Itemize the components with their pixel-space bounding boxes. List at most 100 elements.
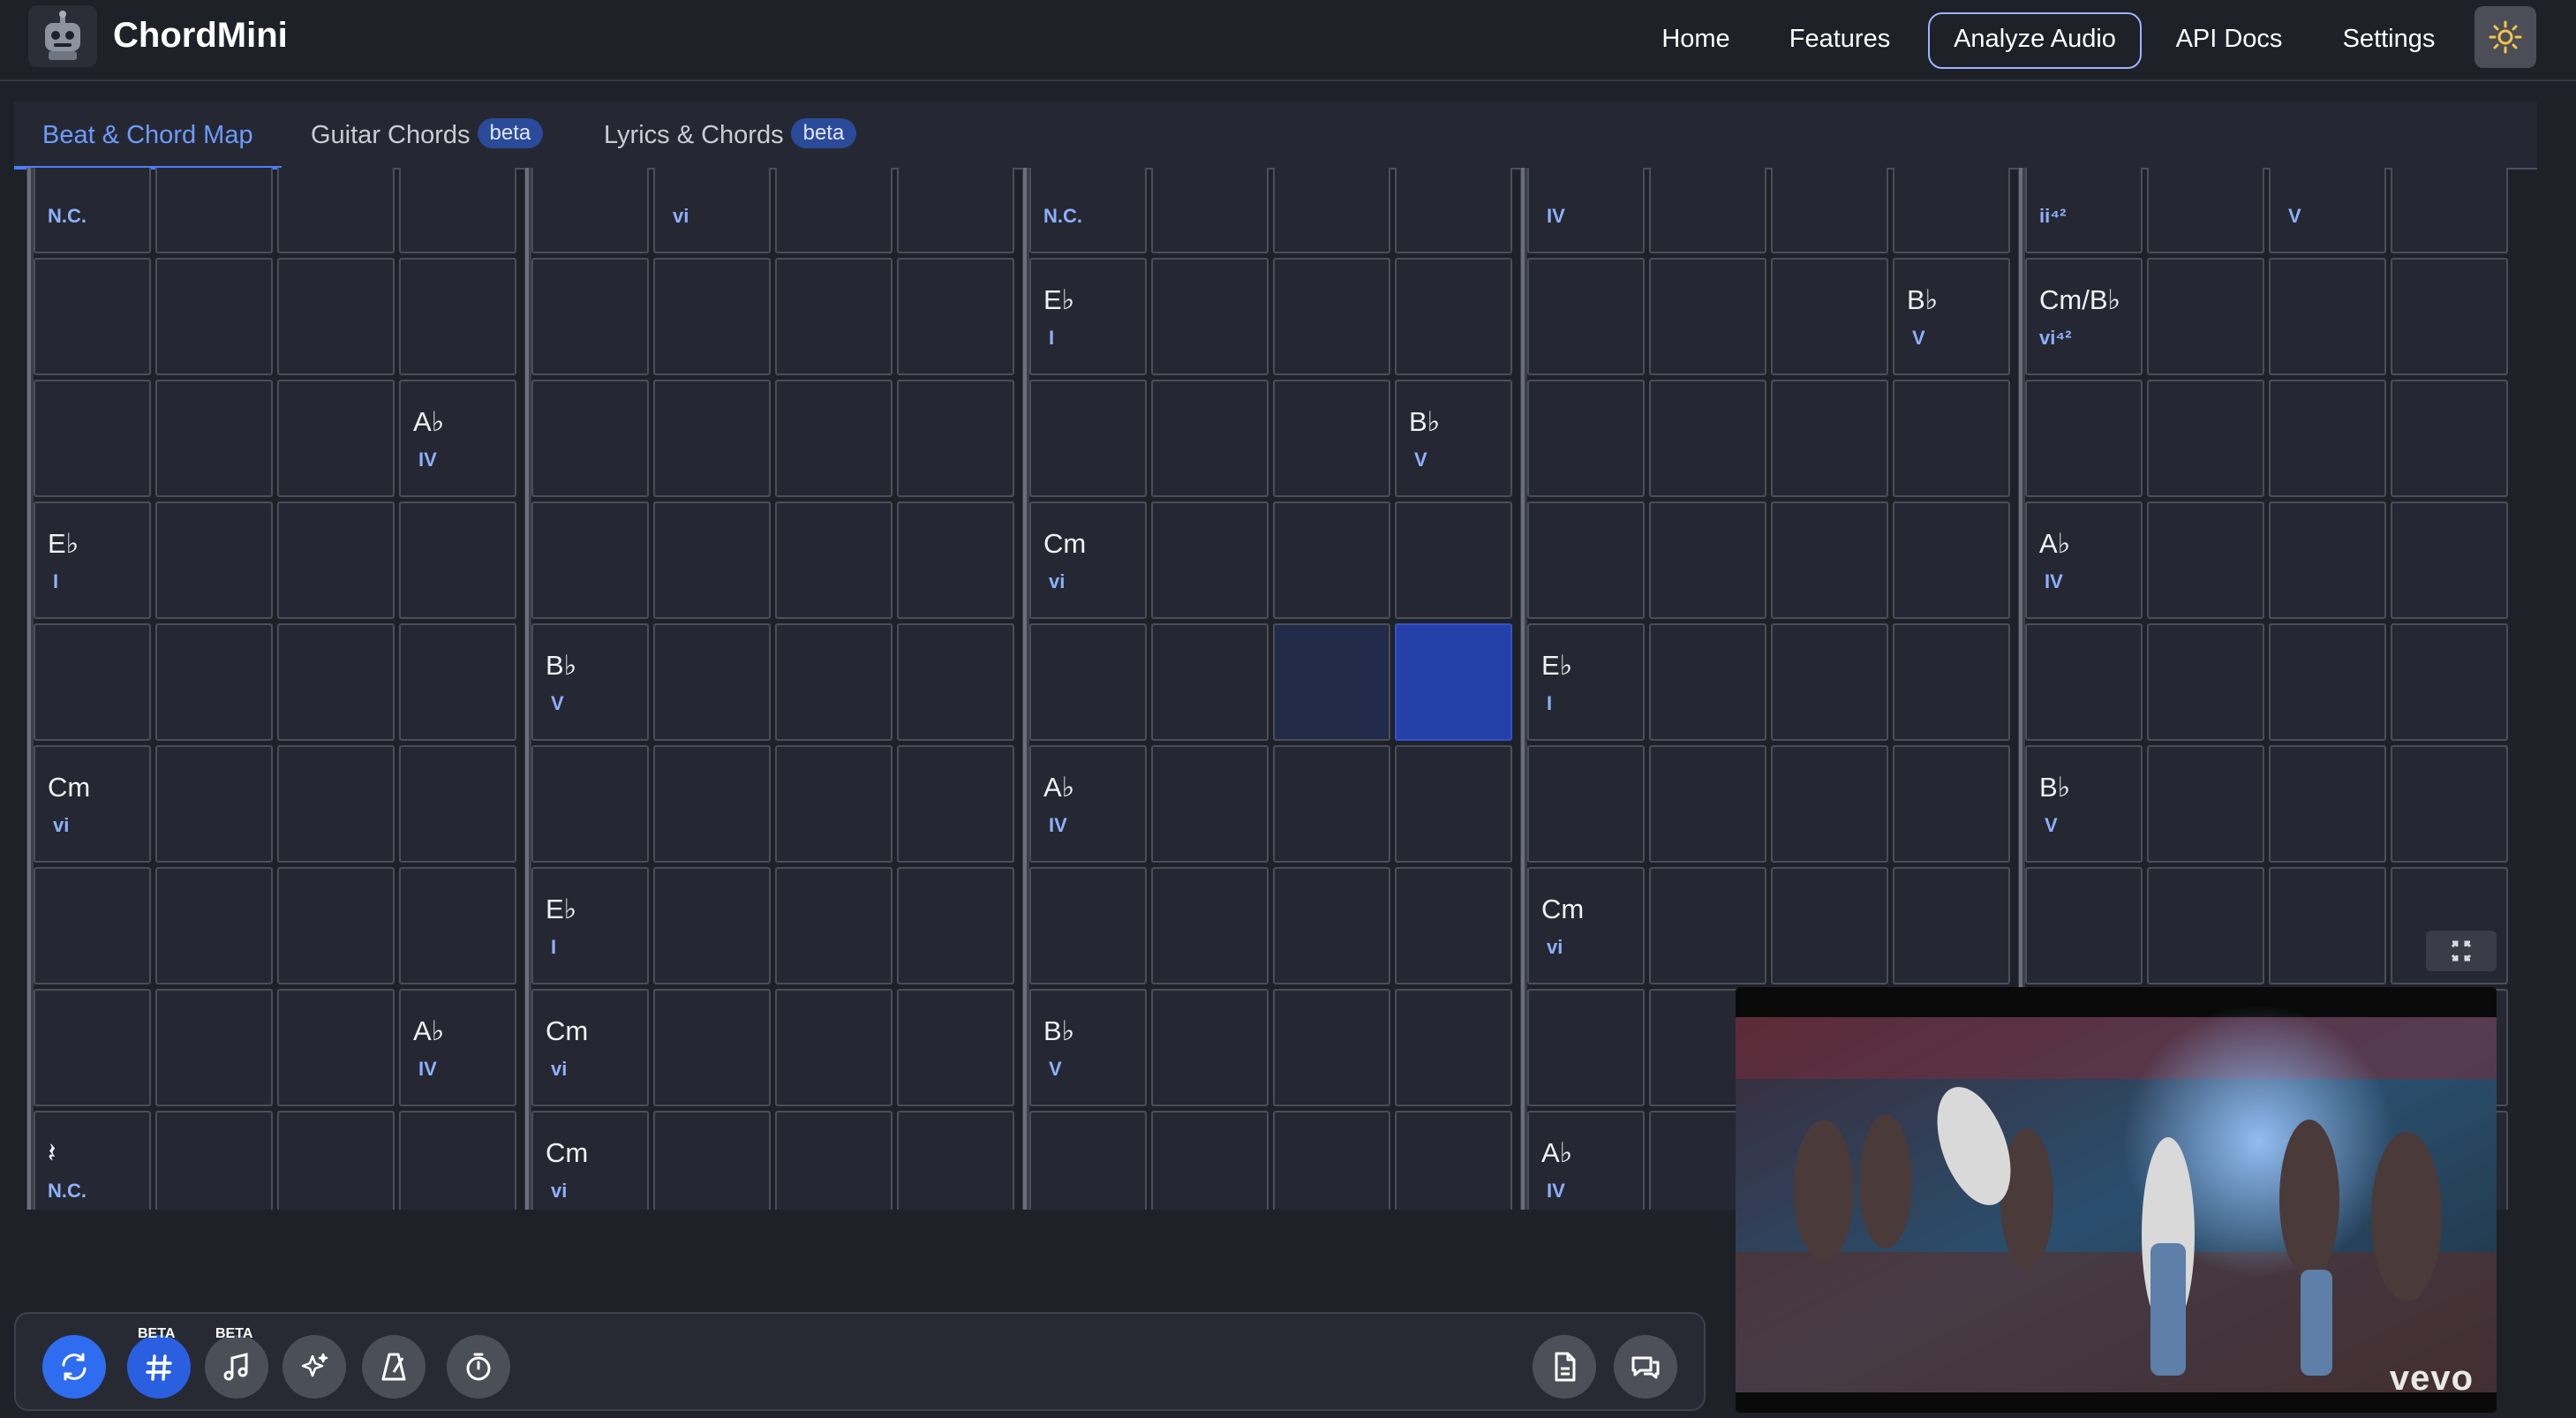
chord-simplify-button[interactable]: BETA — [127, 1326, 191, 1399]
beat-cell[interactable]: B♭ V — [1893, 258, 2010, 375]
beat-cell[interactable]: A♭ IV — [399, 989, 516, 1106]
beat-cell[interactable] — [2147, 745, 2264, 863]
beat-cell[interactable]: A♭ IV — [2025, 502, 2143, 619]
beat-cell[interactable] — [1273, 258, 1390, 375]
beat-cell[interactable]: N.C. — [34, 168, 151, 253]
video-player[interactable]: vevo — [1736, 987, 2497, 1413]
beat-cell[interactable] — [1649, 258, 1766, 375]
beat-cell[interactable]: E♭ I — [1029, 258, 1147, 375]
beat-cell[interactable] — [1395, 623, 1512, 741]
beat-cell[interactable] — [1273, 989, 1390, 1106]
beat-cell[interactable] — [531, 380, 649, 497]
refresh-button[interactable] — [42, 1335, 106, 1399]
beat-cell[interactable] — [155, 623, 273, 741]
beat-cell[interactable]: E♭ I — [531, 867, 649, 984]
beat-cell[interactable] — [34, 623, 151, 741]
beat-cell[interactable] — [277, 623, 395, 741]
nav-features[interactable]: Features — [1781, 12, 1898, 65]
beat-cell[interactable] — [2025, 380, 2143, 497]
beat-cell[interactable] — [1151, 867, 1269, 984]
beat-cell[interactable] — [1395, 168, 1512, 253]
beat-cell[interactable]: Cm/B♭ vi⁴² — [2025, 258, 2143, 375]
beat-cell[interactable] — [155, 989, 273, 1106]
beat-cell[interactable] — [34, 380, 151, 497]
theme-toggle-button[interactable] — [2474, 6, 2536, 68]
beat-cell[interactable] — [775, 502, 893, 619]
beat-cell[interactable] — [277, 168, 395, 253]
nav-home[interactable]: Home — [1649, 12, 1743, 65]
beat-cell[interactable]: A♭ IV — [399, 380, 516, 497]
app-logo[interactable] — [28, 5, 97, 67]
beat-cell[interactable] — [1893, 502, 2010, 619]
beat-cell[interactable] — [155, 1111, 273, 1210]
beat-cell[interactable] — [155, 745, 273, 863]
beat-cell[interactable] — [2391, 745, 2508, 863]
beat-cell[interactable] — [1649, 380, 1766, 497]
beat-cell[interactable] — [1273, 502, 1390, 619]
beat-cell[interactable] — [1771, 745, 1888, 863]
beat-cell[interactable] — [531, 168, 649, 253]
beat-cell[interactable] — [897, 380, 1014, 497]
beat-cell[interactable] — [1273, 168, 1390, 253]
beat-cell[interactable] — [155, 258, 273, 375]
beat-cell[interactable] — [775, 258, 893, 375]
chat-button[interactable] — [1614, 1335, 1677, 1399]
minimize-video-button[interactable] — [2426, 931, 2497, 971]
beat-cell[interactable] — [2147, 623, 2264, 741]
beat-cell[interactable] — [399, 745, 516, 863]
beat-cell[interactable] — [2391, 258, 2508, 375]
beat-cell[interactable] — [399, 168, 516, 253]
beat-cell[interactable] — [1527, 502, 1645, 619]
tab-lyrics-chords[interactable]: Lyrics & Chords beta — [604, 102, 857, 168]
beat-cell[interactable]: B♭ V — [2025, 745, 2143, 863]
beat-cell[interactable] — [2147, 867, 2264, 984]
beat-cell[interactable] — [277, 380, 395, 497]
beat-cell[interactable] — [277, 502, 395, 619]
beat-cell[interactable] — [155, 867, 273, 984]
beat-cell[interactable]: E♭ I — [1527, 623, 1645, 741]
beat-cell[interactable] — [1527, 258, 1645, 375]
beat-cell[interactable]: B♭ V — [1395, 380, 1512, 497]
beat-cell[interactable]: Cm vi — [531, 1111, 649, 1210]
beat-cell[interactable] — [2269, 623, 2386, 741]
beat-cell[interactable] — [1527, 380, 1645, 497]
beat-cell[interactable] — [1273, 745, 1390, 863]
beat-cell[interactable] — [2269, 502, 2386, 619]
app-title[interactable]: ChordMini — [113, 16, 288, 56]
music-note-button[interactable]: BETA — [205, 1326, 268, 1399]
beat-cell[interactable] — [1649, 168, 1766, 253]
beat-cell[interactable] — [1649, 623, 1766, 741]
beat-cell[interactable]: vi — [653, 168, 771, 253]
nav-api-docs[interactable]: API Docs — [2166, 12, 2292, 65]
beat-cell[interactable] — [897, 623, 1014, 741]
beat-cell[interactable] — [1395, 989, 1512, 1106]
beat-cell[interactable] — [2391, 623, 2508, 741]
beat-cell[interactable] — [531, 745, 649, 863]
beat-cell[interactable] — [897, 168, 1014, 253]
beat-cell[interactable] — [277, 1111, 395, 1210]
beat-cell[interactable] — [1029, 380, 1147, 497]
tab-beat-chord-map[interactable]: Beat & Chord Map — [14, 102, 282, 170]
beat-cell[interactable] — [775, 623, 893, 741]
beat-cell[interactable] — [2147, 258, 2264, 375]
beat-cell[interactable]: A♭ IV — [1029, 745, 1147, 863]
beat-cell[interactable]: N.C. — [1029, 168, 1147, 253]
beat-cell[interactable] — [775, 745, 893, 863]
beat-cell[interactable] — [1395, 745, 1512, 863]
beat-cell[interactable] — [1151, 623, 1269, 741]
beat-cell[interactable] — [1893, 623, 2010, 741]
beat-cell[interactable]: Cm vi — [1527, 867, 1645, 984]
beat-cell[interactable] — [775, 168, 893, 253]
beat-cell[interactable] — [34, 867, 151, 984]
beat-cell[interactable] — [2269, 867, 2386, 984]
beat-cell[interactable] — [2025, 867, 2143, 984]
beat-cell[interactable] — [399, 623, 516, 741]
beat-cell[interactable] — [1273, 867, 1390, 984]
beat-cell[interactable] — [1151, 989, 1269, 1106]
beat-cell[interactable]: B♭ V — [1029, 989, 1147, 1106]
beat-cell[interactable] — [653, 989, 771, 1106]
beat-cell[interactable] — [1273, 623, 1390, 741]
beat-cell[interactable] — [1029, 1111, 1147, 1210]
beat-cell[interactable]: 𝄽 N.C. — [34, 1111, 151, 1210]
beat-cell[interactable] — [775, 989, 893, 1106]
